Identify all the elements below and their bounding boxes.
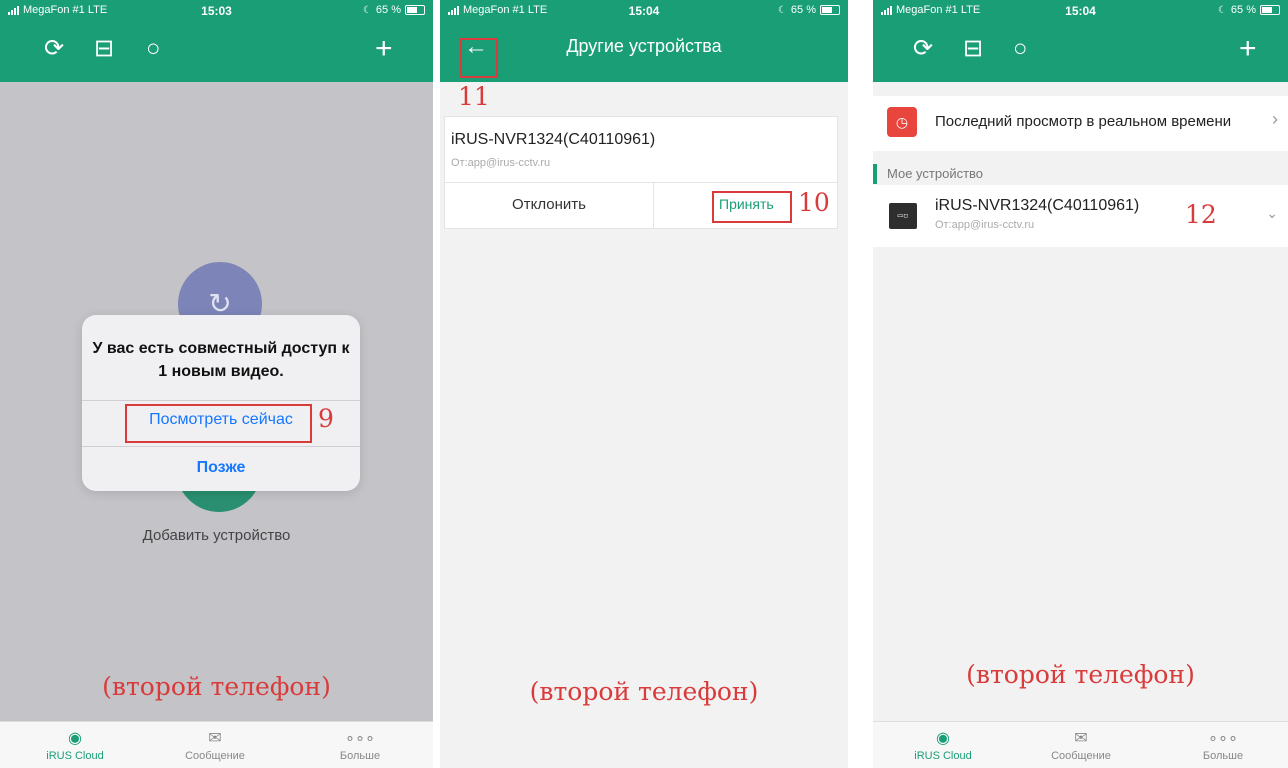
step-number: 12 (1185, 200, 1217, 229)
chevron-right-icon: › (1272, 109, 1278, 129)
divider (82, 446, 360, 447)
step-number: 11 (458, 82, 490, 111)
later-button[interactable]: Позже (82, 459, 360, 477)
app-toolbar: ⟳ ⊟ ○ + (0, 22, 433, 82)
device-name: iRUS-NVR1324(C40110961) (451, 131, 656, 148)
divider (445, 182, 837, 183)
moon-icon: ☾ (362, 4, 372, 16)
battery-percent: 65 % (790, 4, 816, 16)
caption: (второй телефон) (529, 677, 759, 706)
last-live-view-label: Последний просмотр в реальном времени (935, 113, 1232, 130)
device-name: iRUS-NVR1324(C40110961) (935, 197, 1140, 214)
device-row[interactable]: ▭▫ iRUS-NVR1324(C40110961) От:app@irus-c… (873, 185, 1288, 247)
status-bar: MegaFon #1 LTE 15:04 ☾ 65 % (440, 0, 848, 22)
tab-messages[interactable]: ✉ Сообщение (1021, 728, 1141, 762)
battery-icon (405, 5, 425, 15)
search-icon[interactable]: ○ (1013, 34, 1028, 64)
plus-icon[interactable]: + (375, 34, 393, 64)
clock-icon: ◷ (887, 107, 917, 137)
layout-icon[interactable]: ⊟ (963, 34, 983, 64)
highlight-box (460, 38, 498, 78)
tab-label: Сообщение (185, 750, 245, 762)
tab-more[interactable]: ∘∘∘ Больше (300, 728, 420, 762)
tab-irus-cloud[interactable]: ◉ iRUS Cloud (883, 728, 1003, 762)
more-icon: ∘∘∘ (344, 730, 376, 747)
chevron-down-icon[interactable]: ⌄ (1266, 205, 1278, 222)
envelope-icon: ✉ (208, 730, 222, 747)
phone-screen-1: MegaFon #1 LTE 15:03 ☾ 65 % ⟳ ⊟ ○ + ↻ До… (0, 0, 433, 768)
page-title: Другие устройства (566, 36, 722, 56)
highlight-box (712, 191, 792, 223)
caption: (второй телефон) (966, 660, 1195, 689)
battery: ☾ 65 % (1218, 4, 1280, 16)
moon-icon: ☾ (1217, 4, 1227, 16)
plus-icon[interactable]: + (1239, 34, 1257, 64)
tab-messages[interactable]: ✉ Сообщение (155, 728, 275, 762)
tab-irus-cloud[interactable]: ◉ iRUS Cloud (15, 728, 135, 762)
history-icon[interactable]: ⟳ (44, 34, 64, 64)
divider (82, 400, 360, 401)
more-icon: ∘∘∘ (1207, 730, 1239, 747)
search-icon[interactable]: ○ (146, 34, 161, 64)
tab-label: iRUS Cloud (914, 750, 972, 762)
cloud-icon: ◉ (936, 730, 950, 747)
phone-screen-2: MegaFon #1 LTE 15:04 ☾ 65 % ← Другие уст… (440, 0, 848, 768)
nvr-device-icon: ▭▫ (889, 203, 917, 229)
battery: ☾ 65 % (778, 4, 840, 16)
status-bar: MegaFon #1 LTE 15:03 ☾ 65 % (0, 0, 433, 22)
divider (653, 182, 654, 228)
tab-bar: ◉ iRUS Cloud ✉ Сообщение ∘∘∘ Больше (0, 721, 433, 768)
history-icon[interactable]: ⟳ (913, 34, 933, 64)
add-device-label[interactable]: Добавить устройство (0, 527, 433, 544)
sender-email: От:app@irus-cctv.ru (451, 157, 551, 169)
highlight-box (125, 404, 312, 443)
tab-more[interactable]: ∘∘∘ Больше (1163, 728, 1283, 762)
caption: (второй телефон) (102, 672, 331, 701)
app-toolbar: ← Другие устройства (440, 22, 848, 82)
battery: ☾ 65 % (363, 4, 425, 16)
app-toolbar: ⟳ ⊟ ○ + (873, 22, 1288, 82)
layout-icon[interactable]: ⊟ (94, 34, 114, 64)
tab-label: Больше (339, 750, 381, 762)
step-number: 10 (798, 188, 830, 217)
decline-button[interactable]: Отклонить (445, 196, 653, 213)
dialog-message: У вас есть совместный доступ к 1 новым в… (92, 340, 350, 380)
sender-email: От:app@irus-cctv.ru (935, 219, 1035, 231)
section-my-devices: Мое устройство (873, 164, 983, 184)
cloud-icon: ◉ (68, 730, 82, 747)
battery-icon (1260, 5, 1280, 15)
tab-label: Сообщение (1051, 750, 1111, 762)
envelope-icon: ✉ (1074, 730, 1088, 747)
moon-icon: ☾ (777, 4, 787, 16)
battery-icon (820, 5, 840, 15)
last-live-view-row[interactable]: ◷ Последний просмотр в реальном времени … (873, 96, 1288, 151)
phone-screen-3: MegaFon #1 LTE 15:04 ☾ 65 % ⟳ ⊟ ○ + ◷ По… (873, 0, 1288, 768)
share-alert-dialog: У вас есть совместный доступ к 1 новым в… (82, 315, 360, 491)
battery-percent: 65 % (1230, 4, 1256, 16)
tab-bar: ◉ iRUS Cloud ✉ Сообщение ∘∘∘ Больше (873, 721, 1288, 768)
tab-label: iRUS Cloud (46, 750, 104, 762)
status-bar: MegaFon #1 LTE 15:04 ☾ 65 % (873, 0, 1288, 22)
step-number: 9 (318, 404, 334, 433)
tab-label: Больше (1202, 750, 1244, 762)
battery-percent: 65 % (375, 4, 401, 16)
